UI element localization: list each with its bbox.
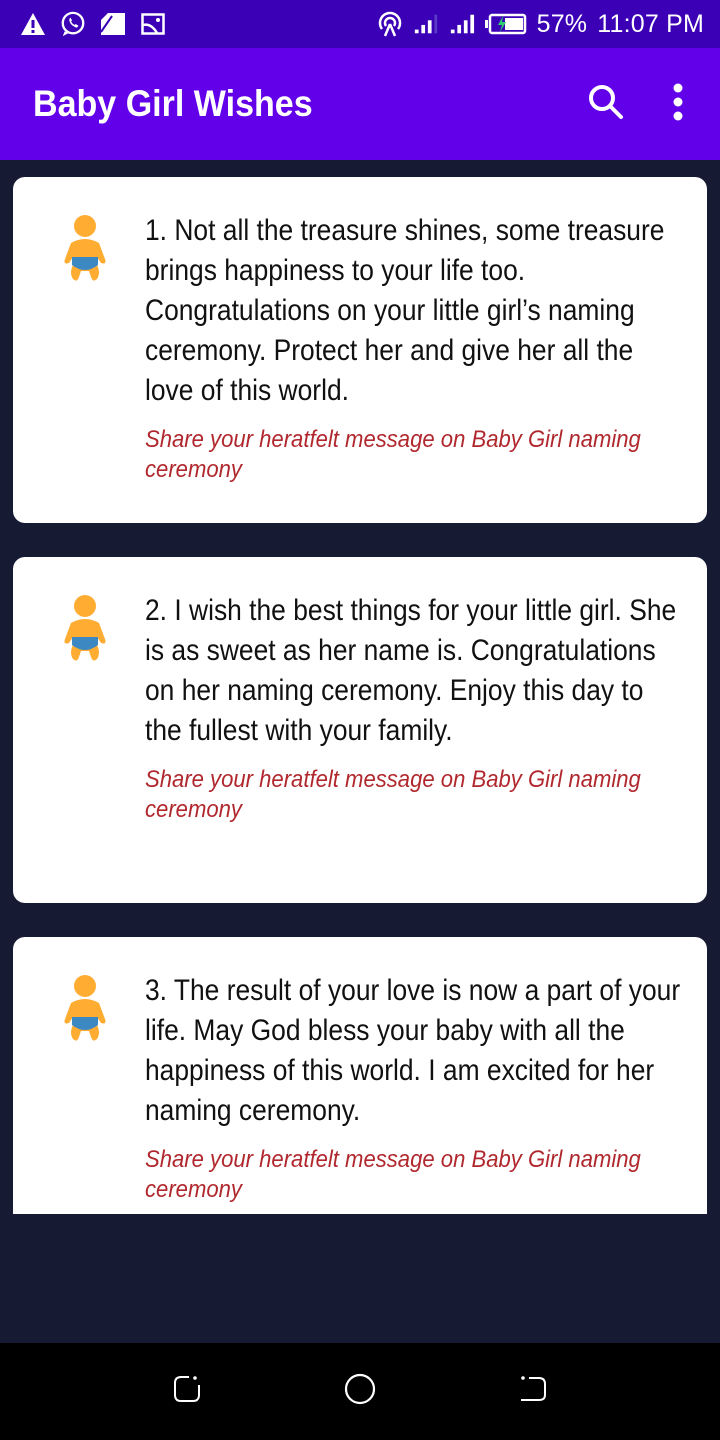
recents-icon [171, 1373, 203, 1410]
app-bar: Baby Girl Wishes [0, 48, 720, 160]
more-vert-icon [672, 82, 684, 127]
whatsapp-icon [60, 11, 86, 37]
status-left-icons [20, 11, 166, 37]
status-bar: 57% 11:07 PM [0, 0, 720, 48]
battery-percentage: 57% [536, 9, 588, 38]
warning-icon [20, 11, 46, 37]
home-button[interactable] [335, 1367, 385, 1417]
wish-text: 3. The result of your love is now a part… [145, 974, 681, 1127]
more-options-button[interactable] [648, 74, 708, 134]
recents-button[interactable] [162, 1367, 212, 1417]
wishes-list[interactable]: 1. Not all the treasure shines, some tre… [0, 160, 720, 1214]
status-right-icons: 57% 11:07 PM [377, 10, 704, 39]
wish-card[interactable]: 3. The result of your love is now a part… [13, 937, 707, 1214]
search-icon [586, 82, 626, 127]
back-icon [517, 1373, 549, 1410]
wish-card[interactable]: 2. I wish the best things for your littl… [13, 557, 707, 903]
sim-card-icon [100, 11, 126, 37]
search-button[interactable] [576, 74, 636, 134]
app-title: Baby Girl Wishes [33, 83, 313, 124]
back-button[interactable] [508, 1367, 558, 1417]
wish-subtitle: Share your heratfelt message on Baby Gir… [145, 766, 641, 823]
wish-text: 2. I wish the best things for your littl… [145, 594, 677, 747]
navigation-bar [0, 1343, 720, 1440]
baby-icon [61, 973, 109, 1045]
wish-text: 1. Not all the treasure shines, some tre… [145, 214, 665, 407]
signal-icon-2 [449, 11, 475, 37]
wish-subtitle: Share your heratfelt message on Baby Gir… [145, 426, 641, 483]
hotspot-icon [377, 11, 403, 37]
wish-content: 2. I wish the best things for your littl… [145, 591, 677, 873]
wish-subtitle: Share your heratfelt message on Baby Gir… [145, 1146, 641, 1203]
wish-content: 1. Not all the treasure shines, some tre… [145, 211, 677, 493]
clock: 11:07 PM [597, 9, 704, 38]
wish-content: 3. The result of your love is now a part… [145, 971, 680, 1214]
battery-charging-icon [484, 11, 527, 37]
wish-card[interactable]: 1. Not all the treasure shines, some tre… [13, 177, 707, 523]
image-icon [140, 11, 166, 37]
baby-icon [61, 593, 109, 665]
signal-icon-1 [413, 11, 439, 37]
home-icon [343, 1372, 377, 1411]
baby-icon [61, 213, 109, 285]
